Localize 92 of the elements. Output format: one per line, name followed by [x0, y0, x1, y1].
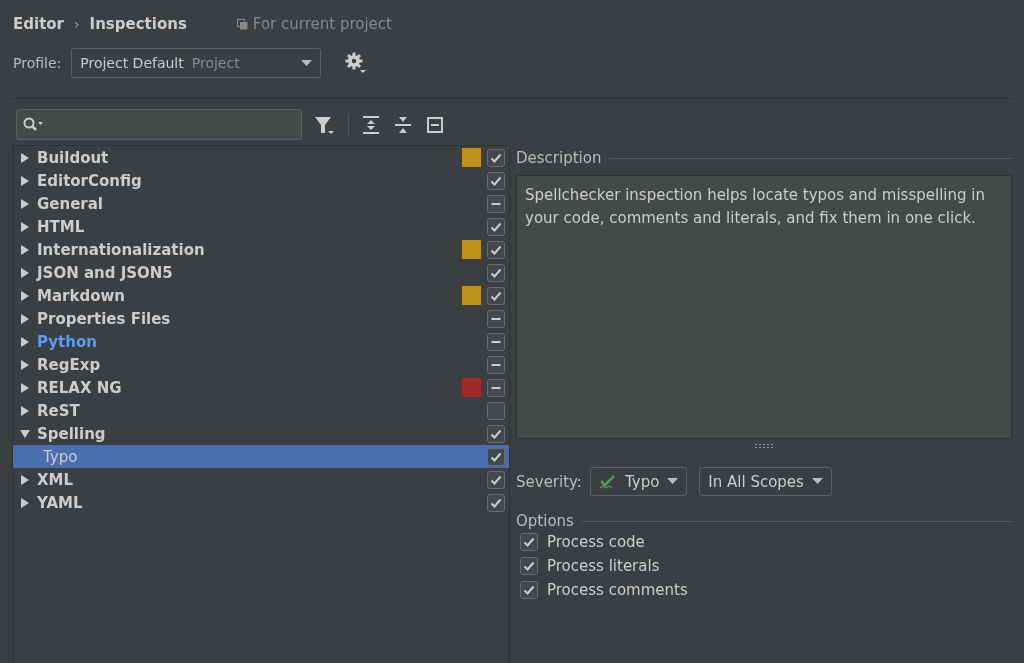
profile-dropdown[interactable]: Project Default Project: [71, 48, 322, 78]
tree-label: RegExp: [37, 355, 102, 374]
collapsed-arrow-icon[interactable]: [19, 151, 31, 164]
checkbox[interactable]: [487, 470, 505, 489]
search-icon: [23, 116, 45, 133]
option-label: Process literals: [547, 557, 660, 575]
checkbox[interactable]: [487, 148, 505, 167]
tree-row[interactable]: EditorConfig: [13, 169, 509, 192]
tree-row[interactable]: XML: [13, 468, 509, 491]
collapsed-arrow-icon[interactable]: [19, 266, 31, 279]
checkbox[interactable]: [487, 217, 505, 236]
tree-label: EditorConfig: [37, 171, 143, 190]
collapsed-arrow-icon[interactable]: [19, 312, 31, 325]
reset-icon[interactable]: [425, 114, 445, 135]
tree-label: Spelling: [37, 424, 107, 443]
checkbox[interactable]: [487, 447, 505, 466]
tree-row[interactable]: RELAX NG: [13, 376, 509, 399]
search-field[interactable]: [16, 109, 302, 140]
checkbox[interactable]: [520, 557, 538, 575]
tree-label: ReST: [37, 401, 81, 420]
tree-label: Internationalization: [37, 240, 206, 259]
tree-label: YAML: [37, 493, 84, 512]
tree-row[interactable]: Python: [13, 330, 509, 353]
collapsed-arrow-icon[interactable]: [19, 243, 31, 256]
tree-row[interactable]: General: [13, 192, 509, 215]
checkbox[interactable]: [487, 493, 505, 512]
breadcrumb-separator: ›: [74, 16, 80, 32]
tree-label: JSON and JSON5: [37, 263, 174, 282]
mixed-checkbox[interactable]: [487, 309, 505, 328]
collapsed-arrow-icon[interactable]: [19, 473, 31, 486]
collapsed-arrow-icon[interactable]: [19, 335, 31, 348]
collapsed-arrow-icon[interactable]: [19, 381, 31, 394]
tree-row[interactable]: HTML: [13, 215, 509, 238]
collapsed-arrow-icon[interactable]: [19, 289, 31, 302]
tree-label: XML: [37, 470, 75, 489]
typo-check-icon: [598, 473, 617, 490]
breadcrumb-item[interactable]: Editor: [13, 15, 64, 33]
checkbox[interactable]: [487, 401, 505, 420]
collapsed-arrow-icon[interactable]: [19, 174, 31, 187]
copy-icon: [236, 18, 248, 30]
tree-row[interactable]: Markdown: [13, 284, 509, 307]
checkbox[interactable]: [520, 533, 538, 551]
collapsed-arrow-icon[interactable]: [19, 197, 31, 210]
tree-row[interactable]: ReST: [13, 399, 509, 422]
scope-note: For current project: [252, 15, 392, 33]
section-title: Options: [516, 512, 574, 530]
tree-row[interactable]: Spelling: [13, 422, 509, 445]
expanded-arrow-icon[interactable]: [19, 427, 31, 440]
severity-dropdown[interactable]: Typo: [589, 467, 688, 496]
option-label: Process code: [547, 533, 645, 551]
tree-row[interactable]: Internationalization: [13, 238, 509, 261]
checkbox[interactable]: [487, 286, 505, 305]
collapsed-arrow-icon[interactable]: [19, 358, 31, 371]
checkbox[interactable]: [487, 263, 505, 282]
tree-row[interactable]: YAML: [13, 491, 509, 514]
tree-row[interactable]: Buildout: [13, 146, 509, 169]
tree-label: Python: [37, 332, 98, 351]
caret-icon: [811, 478, 823, 485]
mixed-checkbox[interactable]: [487, 378, 505, 397]
collapsed-arrow-icon[interactable]: [19, 220, 31, 233]
tree-label: Typo: [42, 447, 79, 466]
splitter-grip-icon[interactable]: [754, 443, 774, 449]
collapsed-arrow-icon[interactable]: [19, 404, 31, 417]
option-label: Process comments: [547, 581, 688, 599]
description-text: Spellchecker inspection helps locate typos and misspelling in your code, comments and literals, and fix them in one click.: [516, 175, 1012, 439]
mixed-checkbox[interactable]: [487, 355, 505, 374]
checkbox[interactable]: [487, 171, 505, 190]
checkbox[interactable]: [487, 240, 505, 259]
collapsed-arrow-icon[interactable]: [19, 496, 31, 509]
tree-label: HTML: [37, 217, 86, 236]
tree-label: Properties Files: [37, 309, 172, 328]
collapse-all-icon[interactable]: [393, 114, 413, 135]
caret-icon: [301, 59, 313, 67]
checkbox[interactable]: [487, 424, 505, 443]
section-title: Description: [516, 149, 602, 167]
tree-label: Markdown: [37, 286, 126, 305]
expand-all-icon[interactable]: [361, 114, 381, 135]
tree-row[interactable]: RegExp: [13, 353, 509, 376]
profile-label: Profile:: [13, 55, 62, 71]
tree-row[interactable]: JSON and JSON5: [13, 261, 509, 284]
tree-label: RELAX NG: [37, 378, 123, 397]
tree-row[interactable]: Properties Files: [13, 307, 509, 330]
mixed-checkbox[interactable]: [487, 194, 505, 213]
caret-icon: [667, 478, 679, 485]
tree-label: General: [37, 194, 104, 213]
severity-label: Severity:: [516, 472, 582, 491]
mixed-checkbox[interactable]: [487, 332, 505, 351]
breadcrumb-item[interactable]: Inspections: [89, 15, 187, 33]
settings-icon[interactable]: [345, 52, 368, 74]
checkbox[interactable]: [520, 581, 538, 599]
scope-dropdown[interactable]: In All Scopes: [699, 467, 832, 496]
tree-label: Buildout: [37, 148, 110, 167]
